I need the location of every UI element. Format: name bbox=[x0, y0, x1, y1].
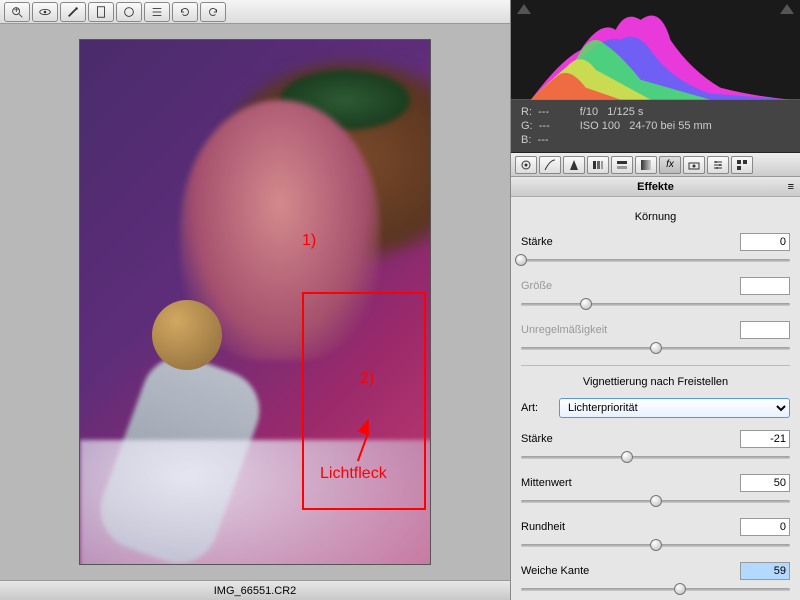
grain-irreg-label: Unregelmäßigkeit bbox=[521, 324, 621, 336]
metadata-bar: R: --- G: --- B: --- f/10 1/125 s ISO 10… bbox=[511, 100, 800, 153]
grain-strength-input[interactable] bbox=[740, 233, 790, 251]
vignette-feather-slider[interactable] bbox=[521, 582, 790, 596]
rotate-ccw-tool[interactable] bbox=[172, 2, 198, 22]
tab-sliders[interactable] bbox=[707, 156, 729, 174]
tab-fx[interactable]: fx bbox=[659, 156, 681, 174]
filename-bar: IMG_66551.CR2 bbox=[0, 580, 510, 600]
grain-size-input bbox=[740, 277, 790, 295]
annotation-1: 1) bbox=[302, 232, 316, 250]
annotation-2: 2) bbox=[360, 370, 374, 388]
vignette-feather-label: Weiche Kante bbox=[521, 565, 621, 577]
filename: IMG_66551.CR2 bbox=[214, 585, 297, 597]
tab-hsl[interactable] bbox=[587, 156, 609, 174]
tab-camera[interactable] bbox=[683, 156, 705, 174]
grain-strength-label: Stärke bbox=[521, 236, 621, 248]
effects-panel: Körnung Stärke Größe Unregelmäßigkeit Vi… bbox=[511, 197, 800, 600]
vignette-round-label: Rundheit bbox=[521, 521, 621, 533]
tab-lens[interactable] bbox=[515, 156, 537, 174]
grain-irreg-input bbox=[740, 321, 790, 339]
panel-tabs: fx bbox=[511, 153, 800, 177]
vignette-round-input[interactable] bbox=[740, 518, 790, 536]
grain-size-slider bbox=[521, 297, 790, 311]
circle-tool[interactable] bbox=[116, 2, 142, 22]
vignette-round-slider[interactable] bbox=[521, 538, 790, 552]
vignette-midpoint-slider[interactable] bbox=[521, 494, 790, 508]
vignette-strength-label: Stärke bbox=[521, 433, 621, 445]
grain-size-label: Größe bbox=[521, 280, 621, 292]
rotate-cw-tool[interactable] bbox=[200, 2, 226, 22]
grain-irreg-slider bbox=[521, 341, 790, 355]
tab-grad[interactable] bbox=[635, 156, 657, 174]
photo-preview: 1) 2) Lichtfleck bbox=[79, 39, 431, 565]
page-tool[interactable] bbox=[88, 2, 114, 22]
canvas[interactable]: 1) 2) Lichtfleck bbox=[0, 24, 510, 580]
grain-strength-slider[interactable] bbox=[521, 253, 790, 267]
panel-title-bar: Effekte ≡ bbox=[511, 177, 800, 197]
vignette-strength-input[interactable] bbox=[740, 430, 790, 448]
left-toolbar: + bbox=[0, 0, 510, 24]
panel-title: Effekte bbox=[637, 181, 674, 193]
tab-split[interactable] bbox=[611, 156, 633, 174]
brush-tool[interactable] bbox=[60, 2, 86, 22]
vignette-feather-input[interactable] bbox=[740, 562, 790, 580]
tab-curve[interactable] bbox=[539, 156, 561, 174]
svg-text:+: + bbox=[14, 5, 20, 16]
eye-tool[interactable] bbox=[32, 2, 58, 22]
vignette-type-label: Art: bbox=[521, 402, 551, 414]
vignette-strength-slider[interactable] bbox=[521, 450, 790, 464]
vignette-midpoint-label: Mittenwert bbox=[521, 477, 621, 489]
zoom-tool[interactable]: + bbox=[4, 2, 30, 22]
vignette-title: Vignettierung nach Freistellen bbox=[521, 376, 790, 388]
annotation-lichtfleck: Lichtfleck bbox=[320, 465, 387, 483]
tab-presets[interactable] bbox=[731, 156, 753, 174]
vignette-midpoint-input[interactable] bbox=[740, 474, 790, 492]
list-tool[interactable] bbox=[144, 2, 170, 22]
histogram[interactable] bbox=[511, 0, 800, 100]
panel-menu-icon[interactable]: ≡ bbox=[788, 181, 794, 193]
vignette-type-select[interactable]: Lichterpriorität bbox=[559, 398, 790, 418]
tab-sharpen[interactable] bbox=[563, 156, 585, 174]
grain-title: Körnung bbox=[521, 211, 790, 223]
